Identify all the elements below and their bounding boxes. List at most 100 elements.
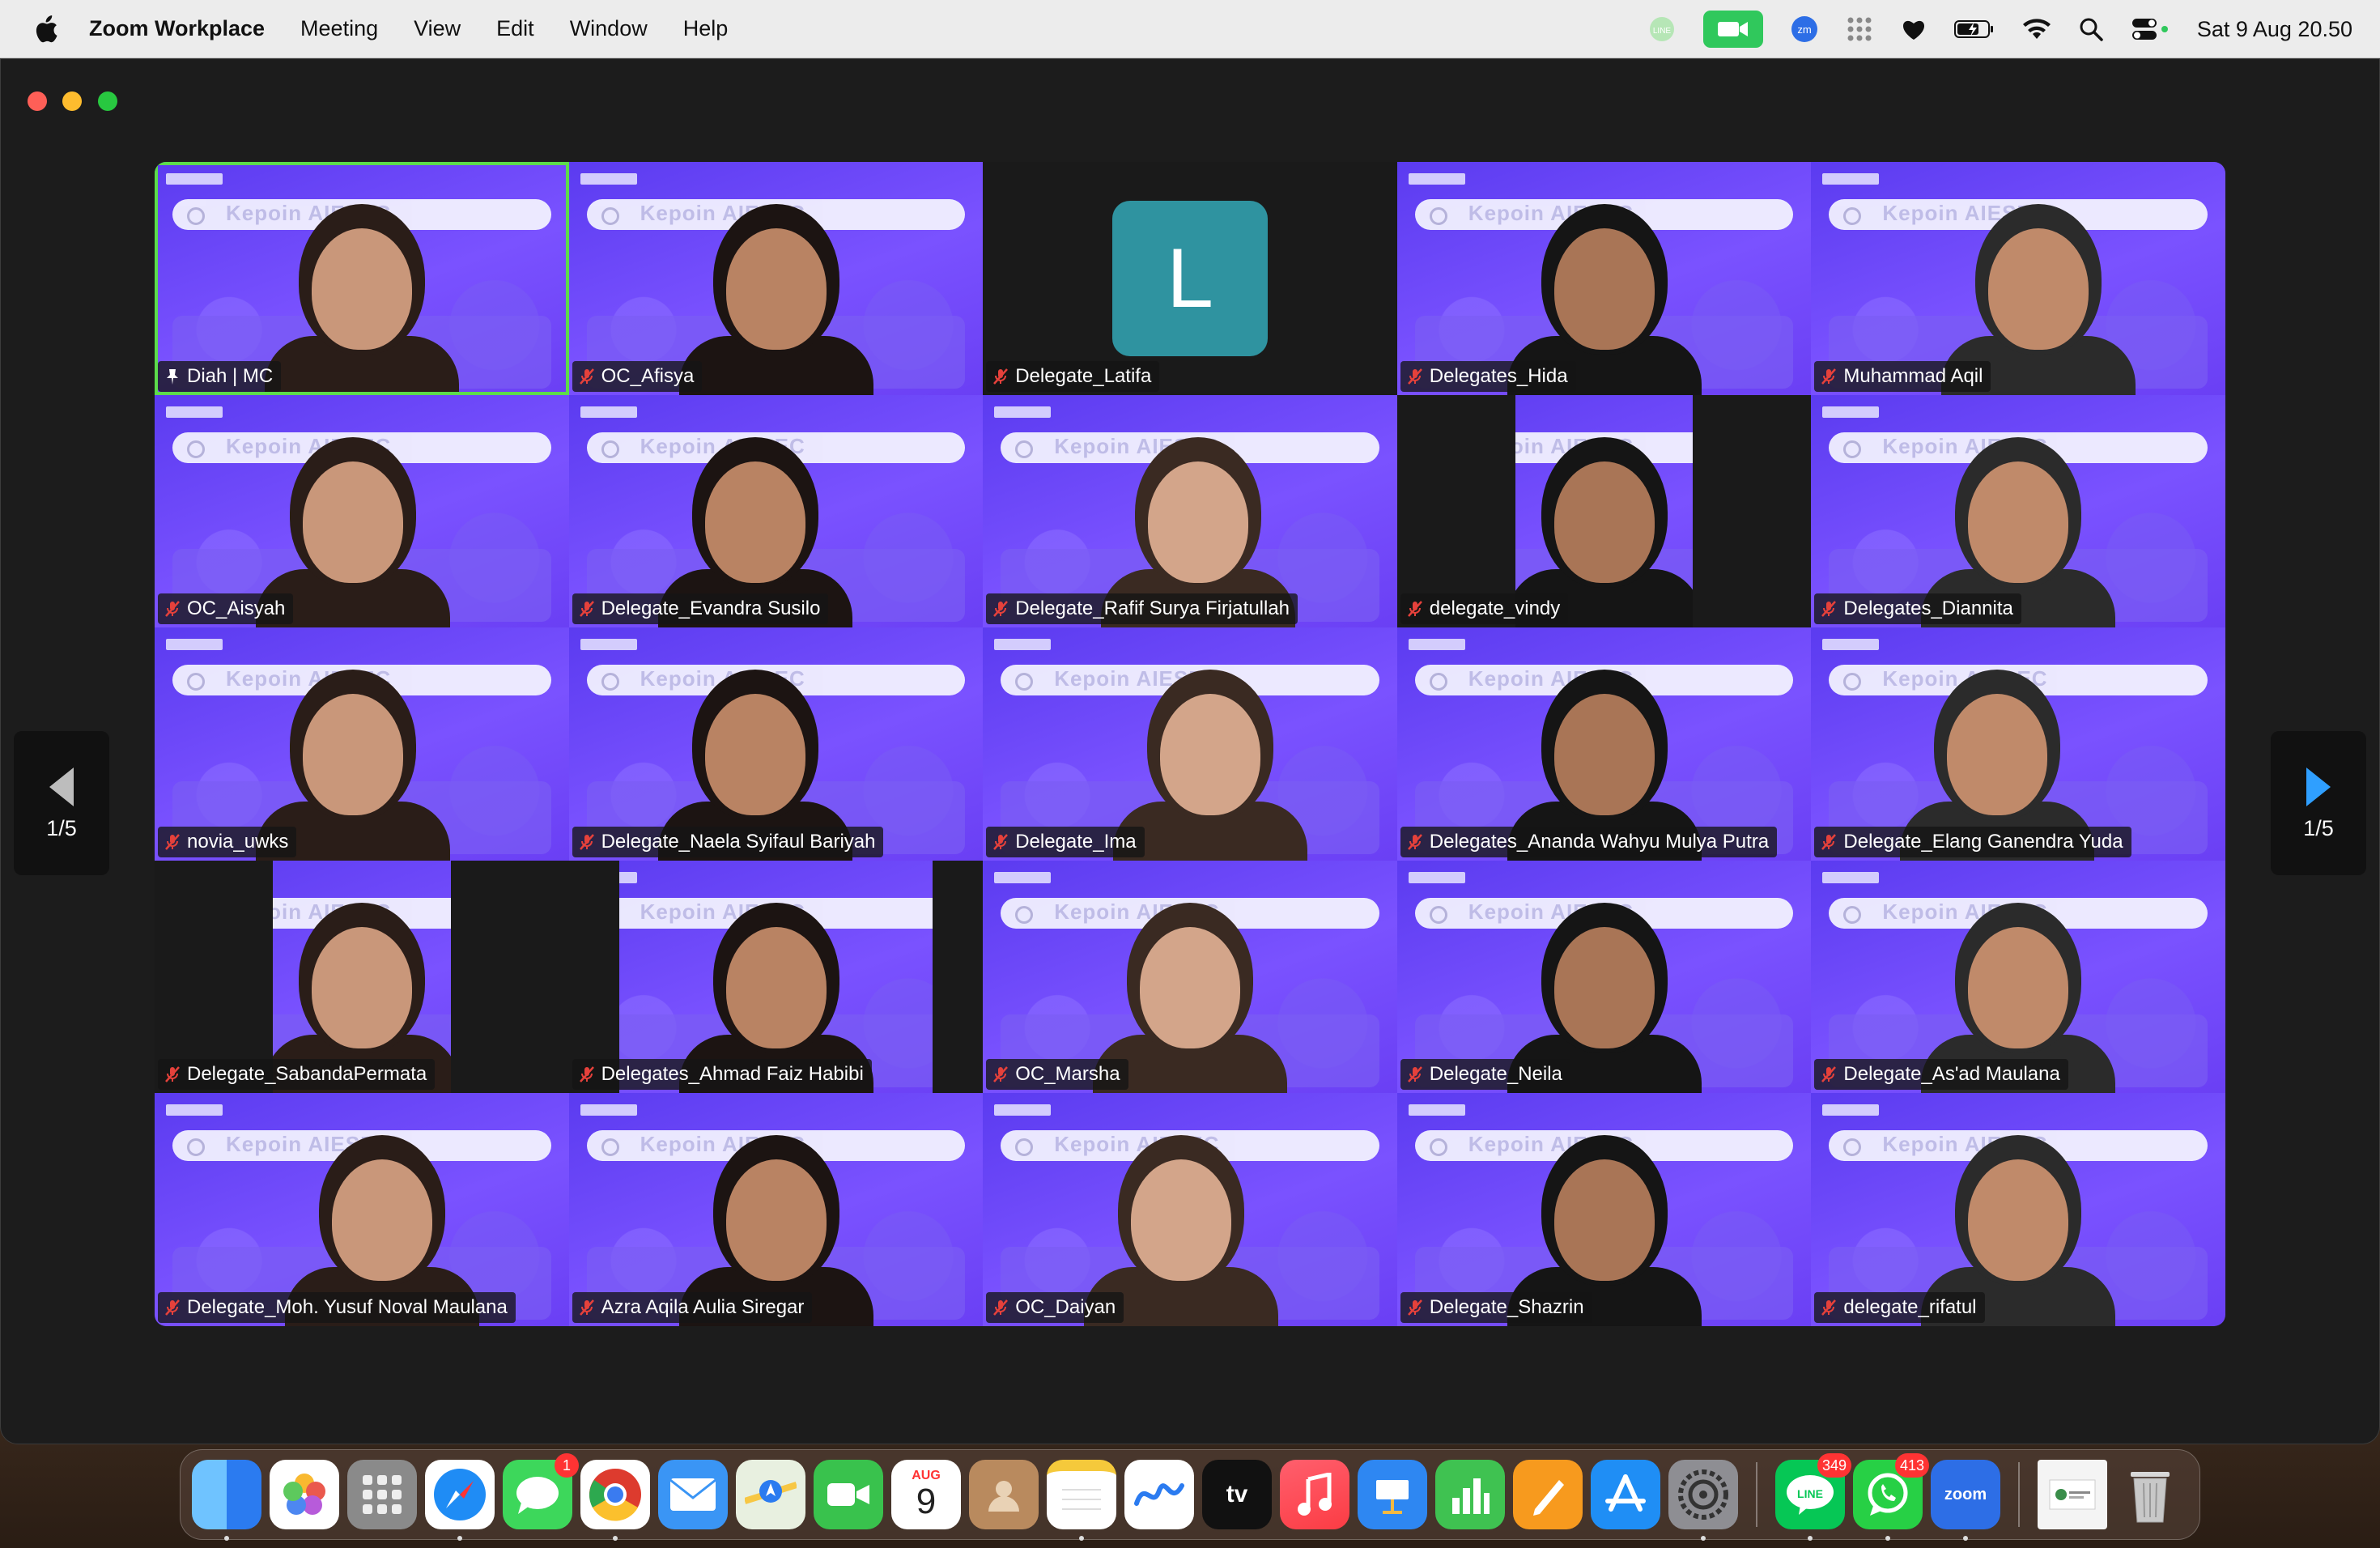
facetime-icon[interactable]: [814, 1460, 883, 1529]
participant-face: [1553, 461, 1655, 583]
launchpad-icon[interactable]: [347, 1460, 417, 1529]
participant-tile[interactable]: Kepoin AIESEC Delegates_Hida: [1396, 162, 1812, 395]
trash-icon[interactable]: [2115, 1460, 2185, 1529]
participant-tile[interactable]: Kepoin AIESEC Delegate_Ima: [983, 627, 1397, 861]
participant-tile[interactable]: Kepoin AIESEC Delegate_Rafif Surya Firjat…: [983, 394, 1397, 628]
keynote-icon[interactable]: [1358, 1460, 1427, 1529]
mail-icon[interactable]: [658, 1460, 728, 1529]
participant-face: [1968, 926, 2069, 1048]
menu-meeting[interactable]: Meeting: [300, 16, 378, 41]
participant-name-tag: Delegate_As'ad Maulana: [1814, 1059, 2068, 1091]
participant-tile[interactable]: Kepoin AIESEC Delegate_Shazrin: [1396, 1093, 1812, 1326]
participant-tile[interactable]: Kepoin AIESEC novia_uwks: [155, 627, 569, 861]
zoom-menu-icon[interactable]: zm: [1791, 13, 1818, 45]
app-menu-zoom[interactable]: Zoom Workplace: [89, 16, 265, 41]
participant-tile[interactable]: Kepoin AIESEC Delegate_SabandaPermata: [155, 860, 569, 1094]
window-minimize-button[interactable]: [62, 91, 82, 111]
svg-text:LINE: LINE: [1653, 27, 1672, 36]
maps-icon[interactable]: [736, 1460, 805, 1529]
participant-tile[interactable]: Kepoin AIESEC Muhammad Aqil: [1811, 162, 2225, 395]
contacts-icon[interactable]: [969, 1460, 1039, 1529]
participant-tile[interactable]: Kepoin AIESEC delegate_rifatul: [1811, 1093, 2225, 1326]
pages-icon[interactable]: [1513, 1460, 1583, 1529]
freeform-icon[interactable]: [1124, 1460, 1194, 1529]
participant-tile[interactable]: Kepoin AIESEC Delegate_Moh. Yusuf Noval M…: [155, 1093, 569, 1326]
apple-menu-icon[interactable]: [32, 15, 58, 44]
grid-dots-icon[interactable]: [1846, 13, 1873, 45]
zoom-camera-status-icon[interactable]: [1702, 11, 1763, 48]
muted-microphone-icon: [1407, 601, 1422, 618]
muted-microphone-icon: [993, 601, 1009, 618]
participant-tile[interactable]: Kepoin AIESEC Delegate_As'ad Maulana: [1811, 860, 2225, 1094]
macos-dock: 1 AUG 9 tv LINE 349 413 zoom: [180, 1449, 2200, 1541]
participant-name-tag: OC_Aisyah: [158, 593, 294, 625]
finder-icon[interactable]: [192, 1460, 261, 1541]
muted-microphone-icon: [1821, 1299, 1837, 1316]
line-status-icon[interactable]: LINE: [1648, 13, 1676, 45]
participant-tile[interactable]: Kepoin AIESEC Delegates_Ananda Wahyu Muly…: [1396, 627, 1812, 861]
previous-page-button[interactable]: 1/5: [14, 731, 109, 875]
participant-face: [1968, 1159, 2069, 1282]
line-icon[interactable]: LINE 349: [1775, 1453, 1851, 1541]
participant-tile[interactable]: Kepoin AIESEC Diah | MC: [155, 162, 569, 395]
spotlight-search-icon[interactable]: [2079, 13, 2103, 45]
whatsapp-icon[interactable]: 413: [1853, 1453, 1929, 1541]
menu-help[interactable]: Help: [683, 16, 729, 41]
messages-icon[interactable]: 1: [503, 1453, 579, 1529]
numbers-icon[interactable]: [1435, 1460, 1505, 1529]
next-page-button[interactable]: 1/5: [2271, 731, 2366, 875]
participant-name: delegate_vindy: [1429, 598, 1561, 620]
participant-name: Delegate_Latifa: [1015, 364, 1152, 387]
participant-name: Delegate_SabandaPermata: [187, 1063, 427, 1086]
app-store-icon[interactable]: [1591, 1460, 1660, 1529]
chrome-icon[interactable]: [580, 1460, 650, 1541]
music-icon[interactable]: [1280, 1460, 1349, 1529]
participant-name: OC_Afisya: [601, 364, 695, 387]
battery-icon[interactable]: [1953, 13, 1995, 45]
participant-tile[interactable]: Kepoin AIESEC Delegate_Neila: [1396, 860, 1812, 1094]
participant-name-tag: Delegate_Elang Ganendra Yuda: [1814, 826, 2131, 857]
notes-icon[interactable]: [1047, 1460, 1116, 1541]
participant-face: [1553, 228, 1655, 350]
safari-icon[interactable]: [425, 1460, 495, 1541]
heart-icon[interactable]: [1901, 13, 1927, 45]
menu-view[interactable]: View: [414, 16, 461, 41]
participant-tile[interactable]: Kepoin AIESEC OC_Aisyah: [155, 394, 569, 628]
participant-tile[interactable]: Kepoin AIESEC Delegates_Diannita: [1811, 394, 2225, 628]
participant-tile[interactable]: Kepoin AIESEC Delegate_Naela Syifaul Bari…: [568, 627, 984, 861]
menu-window[interactable]: Window: [570, 16, 648, 41]
photos-icon[interactable]: [270, 1460, 339, 1529]
participant-tile[interactable]: Kepoin AIESEC OC_Marsha: [983, 860, 1397, 1094]
participant-name-tag: Delegate_Moh. Yusuf Noval Maulana: [158, 1292, 516, 1323]
menu-edit[interactable]: Edit: [496, 16, 534, 41]
participant-face: [1988, 228, 2089, 350]
participant-name: Delegates_Ananda Wahyu Mulya Putra: [1429, 830, 1770, 853]
window-close-button[interactable]: [28, 91, 47, 111]
apple-tv-icon[interactable]: tv: [1202, 1460, 1272, 1529]
participant-tile[interactable]: L Delegate_Latifa: [983, 162, 1397, 395]
participant-tile[interactable]: Kepoin AIESEC Delegates_Ahmad Faiz Habibi: [568, 860, 984, 1094]
wifi-icon[interactable]: [2022, 13, 2051, 45]
participant-tile[interactable]: Kepoin AIESEC OC_Daiyan: [983, 1093, 1397, 1326]
system-settings-icon[interactable]: [1668, 1460, 1738, 1541]
participant-name-tag: Delegates_Diannita: [1814, 593, 2021, 625]
participant-avatar: L: [1111, 201, 1268, 356]
muted-microphone-icon: [1407, 833, 1422, 850]
virtual-background-logo: [1408, 173, 1465, 185]
control-center-icon[interactable]: [2131, 13, 2170, 45]
virtual-background-logo: [580, 639, 637, 651]
zoom-icon[interactable]: zoom: [1931, 1460, 2000, 1541]
participant-tile[interactable]: Kepoin AIESEC Delegate_Evandra Susilo: [568, 394, 984, 628]
calendar-icon[interactable]: AUG 9: [891, 1460, 961, 1529]
participant-name-tag: Delegate_SabandaPermata: [158, 1059, 436, 1091]
participant-tile[interactable]: Kepoin AIESEC OC_Afisya: [568, 162, 984, 395]
participant-tile[interactable]: Kepoin AIESEC delegate_vindy: [1396, 394, 1812, 628]
virtual-background-logo: [580, 406, 637, 418]
participant-name-tag: Delegate_Ima: [986, 826, 1145, 857]
menubar-clock[interactable]: Sat 9 Aug 20.50: [2197, 17, 2352, 42]
window-fullscreen-button[interactable]: [98, 91, 117, 111]
participant-name-tag: Delegate_Evandra Susilo: [572, 593, 829, 625]
participant-tile[interactable]: Kepoin AIESEC Azra Aqila Aulia Siregar: [568, 1093, 984, 1326]
recent-document-thumbnail[interactable]: [2038, 1460, 2107, 1529]
participant-tile[interactable]: Kepoin AIESECDelegate_Elang Ganendra Yud…: [1811, 627, 2225, 861]
